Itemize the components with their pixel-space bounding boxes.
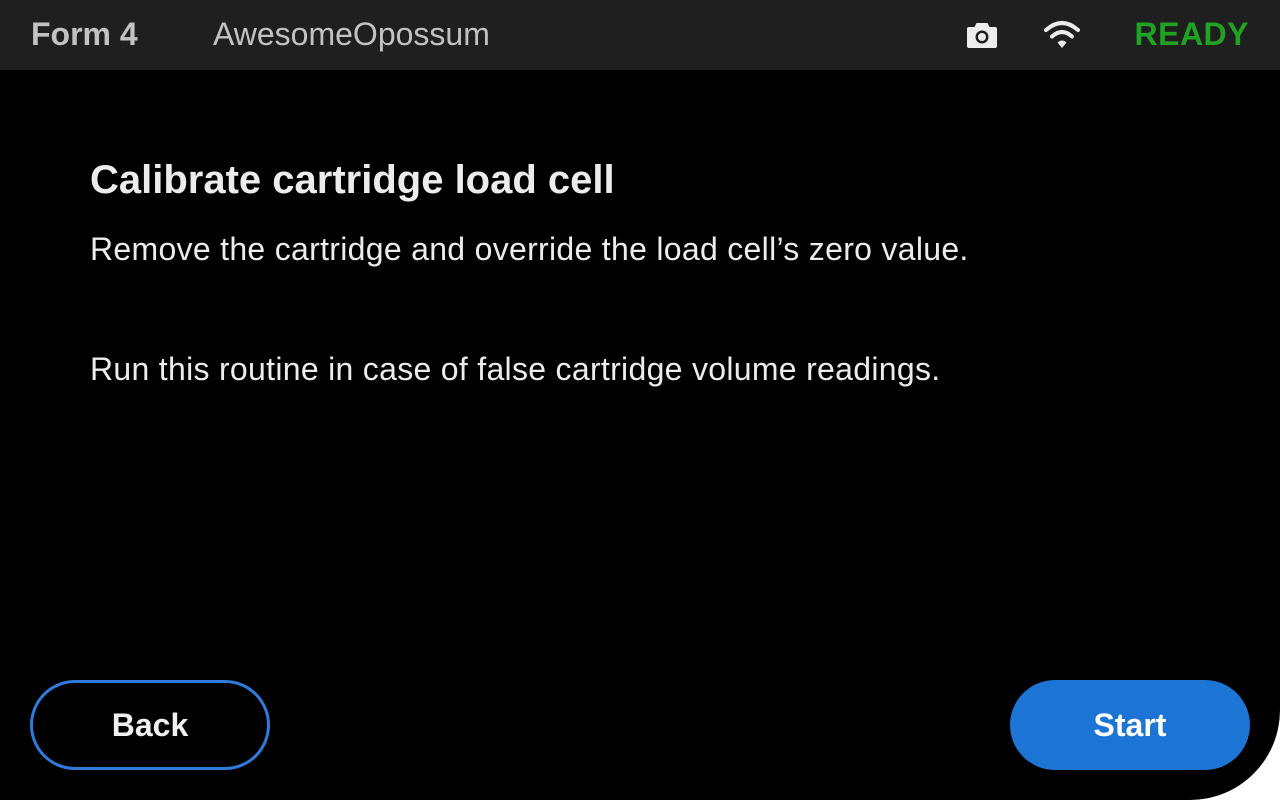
back-button[interactable]: Back — [30, 680, 270, 770]
description-text: Remove the cartridge and override the lo… — [90, 231, 969, 267]
wifi-icon — [1044, 21, 1080, 48]
camera-icon[interactable] — [966, 20, 998, 50]
printer-screen: Form 4 AwesomeOpossum READY Calibrate ca… — [0, 0, 1280, 800]
status-badge: READY — [1134, 16, 1249, 52]
page-title: Calibrate cartridge load cell — [90, 158, 615, 202]
start-button[interactable]: Start — [1010, 680, 1250, 770]
printer-model: Form 4 — [31, 16, 138, 52]
note-text: Run this routine in case of false cartri… — [90, 351, 941, 387]
printer-name: AwesomeOpossum — [213, 16, 490, 52]
status-bar: Form 4 AwesomeOpossum READY — [0, 0, 1280, 70]
